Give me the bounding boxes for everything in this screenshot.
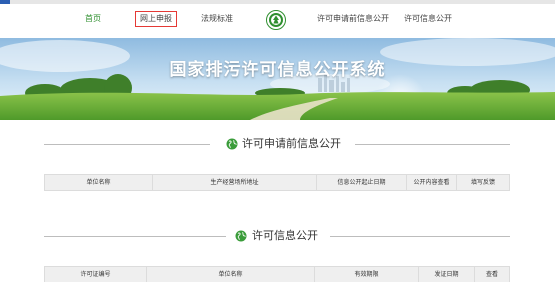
column-header-unit-name: 单位名称 [147,267,315,282]
nav-item-pre-application-disclosure[interactable]: 许可申请前信息公开 [317,13,389,25]
banner-title: 国家排污许可信息公开系统 [169,60,386,80]
column-header-issue-date: 发证日期 [419,267,475,282]
section-divider-right [355,144,510,145]
column-header-view: 查看 [485,271,498,278]
nav-item-online-declaration[interactable]: 网上申报 [135,11,177,27]
column-header-permit-number: 许可证编号 [45,267,147,282]
column-header-unit-name: 单位名称 [45,175,153,190]
section-title-permit-disclosure: 许可信息公开 [252,229,318,242]
nav-item-regulations[interactable]: 法规标准 [201,13,233,25]
nav-item-permit-disclosure[interactable]: 许可信息公开 [404,13,452,25]
environmental-protection-emblem-icon [266,10,286,30]
globe-icon [226,138,238,150]
column-header-view-content: 公开内容查看 [407,175,457,190]
permit-table-header: 许可证编号 单位名称 有效期限 发证日期 查看 [44,266,510,282]
section-header-permit-disclosure: 许可信息公开 [0,228,555,244]
column-header-disclosure-period: 信息公开起止日期 [317,175,407,190]
pre-application-table-header: 单位名称 生产经营场所地址 信息公开起止日期 公开内容查看 填写反馈 [44,174,510,191]
section-title-pre-application: 许可申请前信息公开 [242,137,341,150]
nav-item-home[interactable]: 首页 [85,13,101,25]
globe-icon [235,230,247,242]
column-header-feedback: 填写反馈 [470,179,495,186]
section-divider-left [44,236,226,237]
section-divider-right [330,236,510,237]
section-divider-left [44,144,210,145]
column-header-validity-period: 有效期限 [315,267,419,282]
section-header-pre-application: 许可申请前信息公开 [0,136,555,152]
hero-banner: 国家排污许可信息公开系统 [0,38,555,120]
column-header-address: 生产经营场所地址 [153,175,317,190]
main-nav: 首页 网上申报 法规标准 许可申请前信息公开 许可信息公开 [0,4,555,38]
